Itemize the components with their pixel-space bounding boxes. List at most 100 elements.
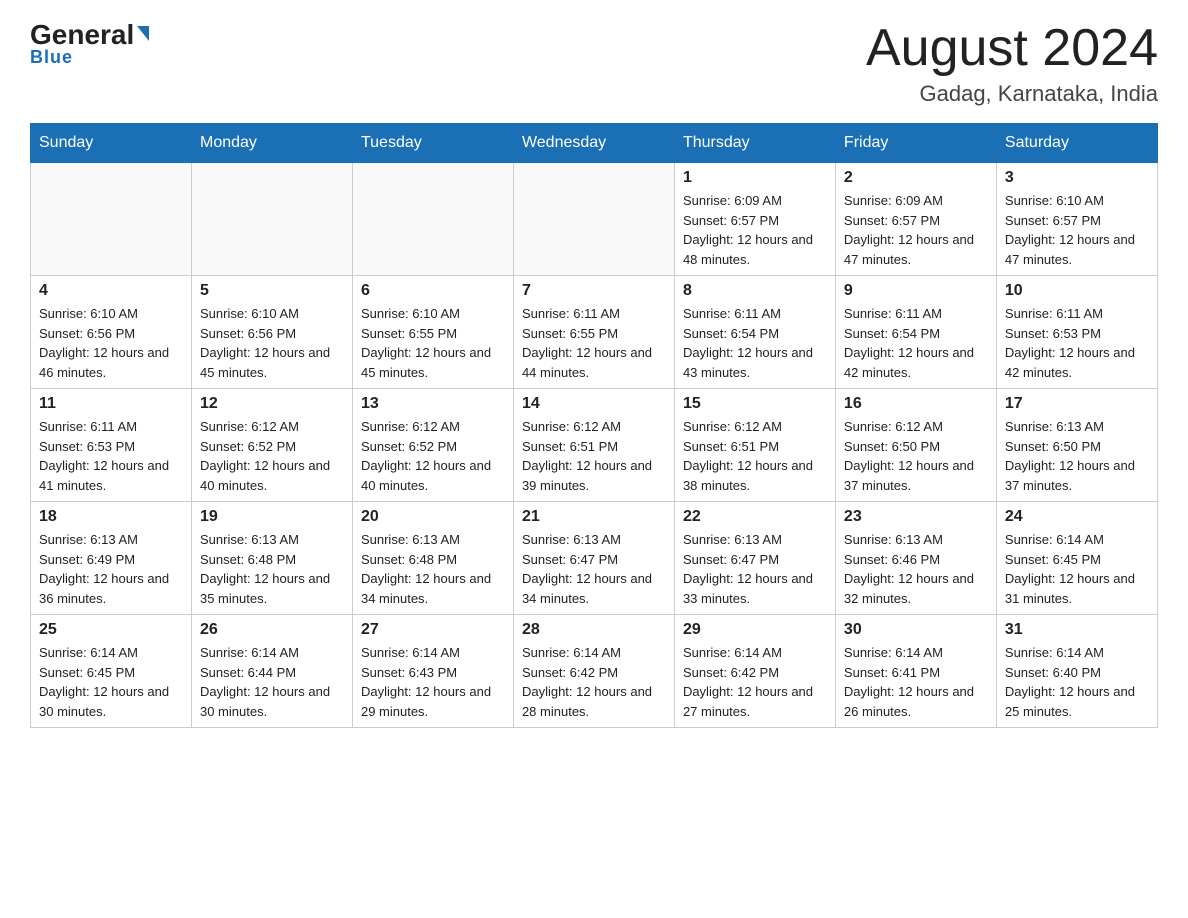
day-info: Sunrise: 6:14 AMSunset: 6:45 PMDaylight:… xyxy=(39,643,183,721)
day-info: Sunrise: 6:12 AMSunset: 6:51 PMDaylight:… xyxy=(683,417,827,495)
week-row-1: 1 Sunrise: 6:09 AMSunset: 6:57 PMDaylight… xyxy=(31,163,1158,276)
day-number: 9 xyxy=(844,282,988,300)
col-monday: Monday xyxy=(191,124,352,163)
day-info: Sunrise: 6:14 AMSunset: 6:41 PMDaylight:… xyxy=(844,643,988,721)
day-info: Sunrise: 6:09 AMSunset: 6:57 PMDaylight:… xyxy=(683,191,827,269)
day-info: Sunrise: 6:09 AMSunset: 6:57 PMDaylight:… xyxy=(844,191,988,269)
logo: General Blue xyxy=(30,20,149,68)
day-number: 7 xyxy=(522,282,666,300)
day-info: Sunrise: 6:13 AMSunset: 6:47 PMDaylight:… xyxy=(683,530,827,608)
day-number: 27 xyxy=(361,621,505,639)
calendar-cell: 13Sunrise: 6:12 AMSunset: 6:52 PMDayligh… xyxy=(352,389,513,502)
calendar-cell: 8 Sunrise: 6:11 AMSunset: 6:54 PMDaylight… xyxy=(674,276,835,389)
day-info: Sunrise: 6:10 AMSunset: 6:56 PMDaylight:… xyxy=(39,304,183,382)
day-number: 16 xyxy=(844,395,988,413)
day-number: 26 xyxy=(200,621,344,639)
calendar-cell xyxy=(191,163,352,276)
day-info: Sunrise: 6:12 AMSunset: 6:50 PMDaylight:… xyxy=(844,417,988,495)
day-info: Sunrise: 6:10 AMSunset: 6:57 PMDaylight:… xyxy=(1005,191,1149,269)
day-info: Sunrise: 6:13 AMSunset: 6:48 PMDaylight:… xyxy=(200,530,344,608)
calendar-cell: 26Sunrise: 6:14 AMSunset: 6:44 PMDayligh… xyxy=(191,615,352,728)
calendar-cell xyxy=(352,163,513,276)
col-thursday: Thursday xyxy=(674,124,835,163)
day-info: Sunrise: 6:11 AMSunset: 6:54 PMDaylight:… xyxy=(683,304,827,382)
calendar-cell: 3 Sunrise: 6:10 AMSunset: 6:57 PMDaylight… xyxy=(996,163,1157,276)
day-info: Sunrise: 6:14 AMSunset: 6:42 PMDaylight:… xyxy=(683,643,827,721)
day-info: Sunrise: 6:11 AMSunset: 6:53 PMDaylight:… xyxy=(1005,304,1149,382)
day-info: Sunrise: 6:13 AMSunset: 6:49 PMDaylight:… xyxy=(39,530,183,608)
day-number: 20 xyxy=(361,508,505,526)
day-number: 28 xyxy=(522,621,666,639)
day-number: 2 xyxy=(844,169,988,187)
day-info: Sunrise: 6:13 AMSunset: 6:46 PMDaylight:… xyxy=(844,530,988,608)
day-number: 12 xyxy=(200,395,344,413)
day-info: Sunrise: 6:12 AMSunset: 6:52 PMDaylight:… xyxy=(200,417,344,495)
calendar-cell: 21Sunrise: 6:13 AMSunset: 6:47 PMDayligh… xyxy=(513,502,674,615)
day-info: Sunrise: 6:11 AMSunset: 6:54 PMDaylight:… xyxy=(844,304,988,382)
day-number: 14 xyxy=(522,395,666,413)
col-sunday: Sunday xyxy=(31,124,192,163)
location-title: Gadag, Karnataka, India xyxy=(866,81,1158,107)
calendar-cell: 12 Sunrise: 6:12 AMSunset: 6:52 PMDayligh… xyxy=(191,389,352,502)
day-number: 13 xyxy=(361,395,505,413)
day-number: 10 xyxy=(1005,282,1149,300)
day-number: 18 xyxy=(39,508,183,526)
col-saturday: Saturday xyxy=(996,124,1157,163)
day-info: Sunrise: 6:13 AMSunset: 6:47 PMDaylight:… xyxy=(522,530,666,608)
col-tuesday: Tuesday xyxy=(352,124,513,163)
week-row-2: 4 Sunrise: 6:10 AMSunset: 6:56 PMDaylight… xyxy=(31,276,1158,389)
day-number: 25 xyxy=(39,621,183,639)
day-info: Sunrise: 6:13 AMSunset: 6:50 PMDaylight:… xyxy=(1005,417,1149,495)
day-info: Sunrise: 6:13 AMSunset: 6:48 PMDaylight:… xyxy=(361,530,505,608)
day-number: 22 xyxy=(683,508,827,526)
calendar-cell: 29 Sunrise: 6:14 AMSunset: 6:42 PMDayligh… xyxy=(674,615,835,728)
calendar-cell: 2 Sunrise: 6:09 AMSunset: 6:57 PMDaylight… xyxy=(835,163,996,276)
calendar-cell: 15Sunrise: 6:12 AMSunset: 6:51 PMDayligh… xyxy=(674,389,835,502)
calendar-cell: 31Sunrise: 6:14 AMSunset: 6:40 PMDayligh… xyxy=(996,615,1157,728)
day-number: 6 xyxy=(361,282,505,300)
calendar-cell: 9 Sunrise: 6:11 AMSunset: 6:54 PMDaylight… xyxy=(835,276,996,389)
calendar-cell: 22 Sunrise: 6:13 AMSunset: 6:47 PMDayligh… xyxy=(674,502,835,615)
month-title: August 2024 xyxy=(866,20,1158,77)
day-number: 29 xyxy=(683,621,827,639)
calendar-cell: 14 Sunrise: 6:12 AMSunset: 6:51 PMDayligh… xyxy=(513,389,674,502)
day-number: 1 xyxy=(683,169,827,187)
col-wednesday: Wednesday xyxy=(513,124,674,163)
day-number: 30 xyxy=(844,621,988,639)
calendar-header-row: Sunday Monday Tuesday Wednesday Thursday… xyxy=(31,124,1158,163)
day-info: Sunrise: 6:10 AMSunset: 6:56 PMDaylight:… xyxy=(200,304,344,382)
week-row-5: 25 Sunrise: 6:14 AMSunset: 6:45 PMDayligh… xyxy=(31,615,1158,728)
calendar-cell: 16 Sunrise: 6:12 AMSunset: 6:50 PMDayligh… xyxy=(835,389,996,502)
day-info: Sunrise: 6:11 AMSunset: 6:53 PMDaylight:… xyxy=(39,417,183,495)
calendar-cell: 7Sunrise: 6:11 AMSunset: 6:55 PMDaylight… xyxy=(513,276,674,389)
calendar-table: Sunday Monday Tuesday Wednesday Thursday… xyxy=(30,123,1158,728)
calendar-cell: 17 Sunrise: 6:13 AMSunset: 6:50 PMDayligh… xyxy=(996,389,1157,502)
calendar-cell: 19 Sunrise: 6:13 AMSunset: 6:48 PMDayligh… xyxy=(191,502,352,615)
calendar-cell: 6 Sunrise: 6:10 AMSunset: 6:55 PMDaylight… xyxy=(352,276,513,389)
day-number: 11 xyxy=(39,395,183,413)
day-info: Sunrise: 6:10 AMSunset: 6:55 PMDaylight:… xyxy=(361,304,505,382)
day-number: 23 xyxy=(844,508,988,526)
calendar-cell: 23 Sunrise: 6:13 AMSunset: 6:46 PMDayligh… xyxy=(835,502,996,615)
day-number: 3 xyxy=(1005,169,1149,187)
week-row-4: 18 Sunrise: 6:13 AMSunset: 6:49 PMDayligh… xyxy=(31,502,1158,615)
day-number: 5 xyxy=(200,282,344,300)
day-number: 19 xyxy=(200,508,344,526)
day-number: 8 xyxy=(683,282,827,300)
calendar-cell: 24Sunrise: 6:14 AMSunset: 6:45 PMDayligh… xyxy=(996,502,1157,615)
day-info: Sunrise: 6:14 AMSunset: 6:43 PMDaylight:… xyxy=(361,643,505,721)
title-area: August 2024 Gadag, Karnataka, India xyxy=(866,20,1158,107)
calendar-cell: 18 Sunrise: 6:13 AMSunset: 6:49 PMDayligh… xyxy=(31,502,192,615)
header: General Blue August 2024 Gadag, Karnatak… xyxy=(30,20,1158,107)
calendar-cell xyxy=(513,163,674,276)
day-number: 17 xyxy=(1005,395,1149,413)
col-friday: Friday xyxy=(835,124,996,163)
calendar-cell: 30 Sunrise: 6:14 AMSunset: 6:41 PMDayligh… xyxy=(835,615,996,728)
day-info: Sunrise: 6:12 AMSunset: 6:51 PMDaylight:… xyxy=(522,417,666,495)
day-info: Sunrise: 6:14 AMSunset: 6:40 PMDaylight:… xyxy=(1005,643,1149,721)
calendar-cell: 1 Sunrise: 6:09 AMSunset: 6:57 PMDaylight… xyxy=(674,163,835,276)
day-number: 4 xyxy=(39,282,183,300)
calendar-cell: 25 Sunrise: 6:14 AMSunset: 6:45 PMDayligh… xyxy=(31,615,192,728)
calendar-cell: 10 Sunrise: 6:11 AMSunset: 6:53 PMDayligh… xyxy=(996,276,1157,389)
calendar-cell: 4 Sunrise: 6:10 AMSunset: 6:56 PMDaylight… xyxy=(31,276,192,389)
